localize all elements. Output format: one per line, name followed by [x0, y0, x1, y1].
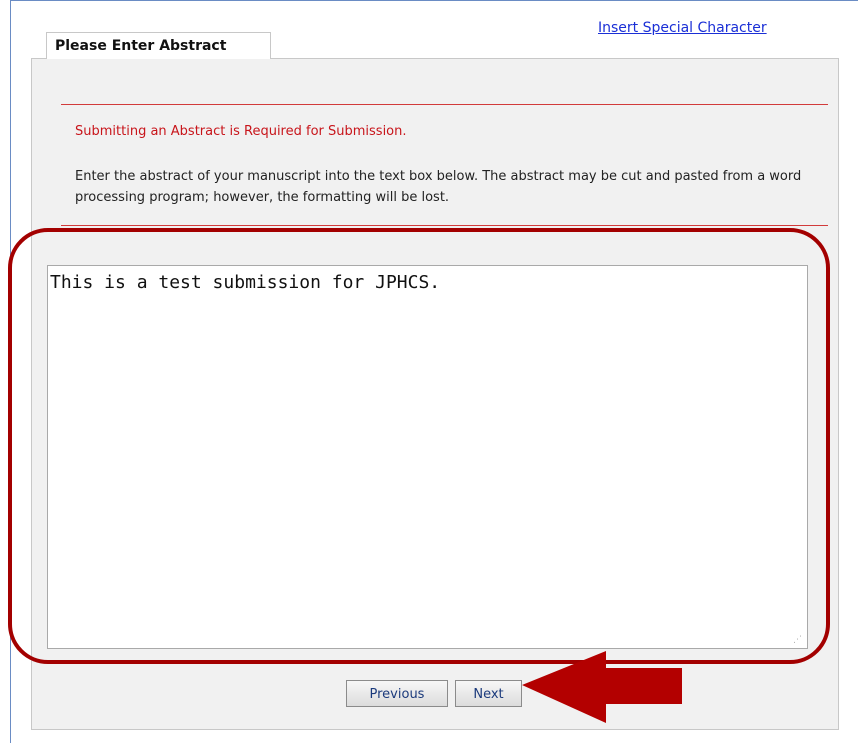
resize-grip-icon[interactable]: ⋰ — [793, 636, 804, 647]
required-notice: Submitting an Abstract is Required for S… — [75, 124, 407, 139]
next-button[interactable]: Next — [455, 680, 522, 707]
insert-special-character-link[interactable]: Insert Special Character — [598, 20, 767, 36]
tab-please-enter-abstract[interactable]: Please Enter Abstract — [46, 32, 271, 59]
tab-label: Please Enter Abstract — [55, 38, 227, 54]
abstract-textarea[interactable]: This is a test submission for JPHCS. — [47, 265, 808, 649]
arrow-left-icon — [522, 651, 682, 723]
abstract-instructions: Enter the abstract of your manuscript in… — [75, 169, 802, 205]
divider-bottom — [61, 225, 828, 226]
previous-button[interactable]: Previous — [346, 680, 448, 707]
divider-top — [61, 104, 828, 105]
